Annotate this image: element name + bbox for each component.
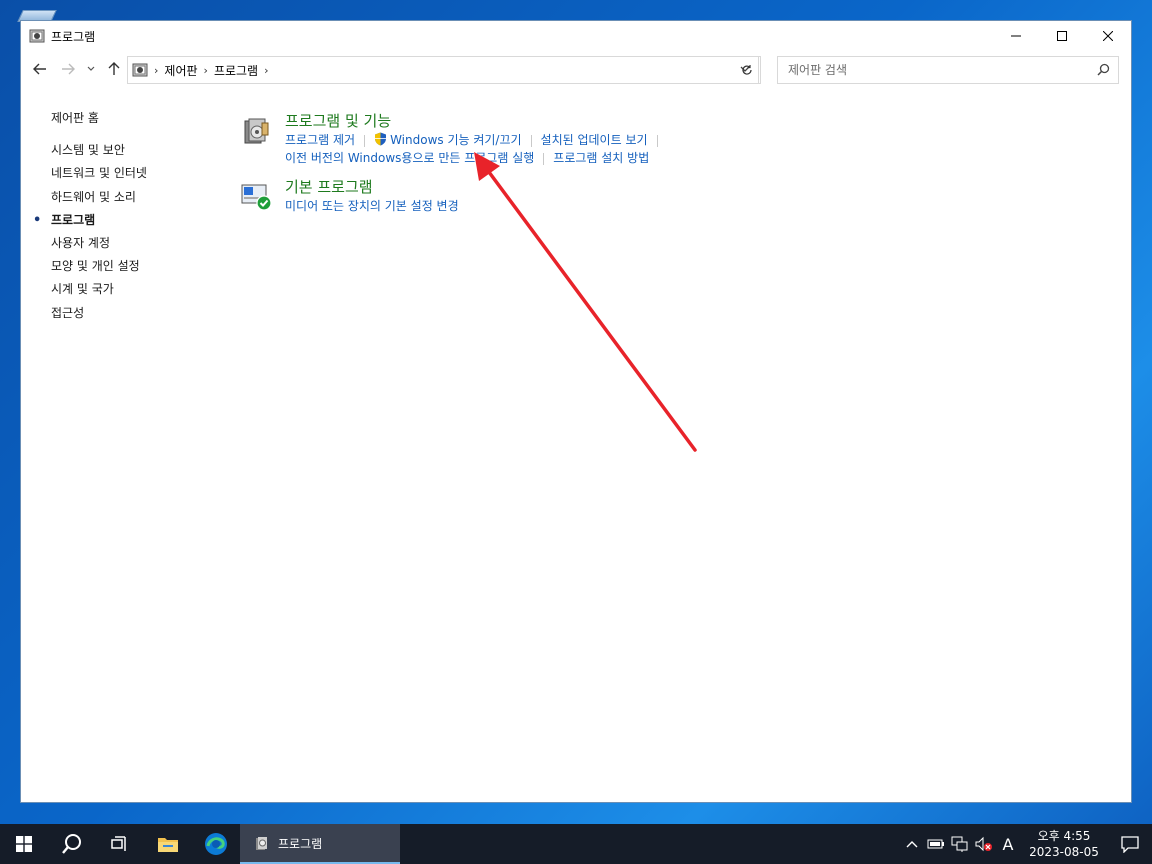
category-title-programs-features[interactable]: 프로그램 및 기능 (285, 111, 667, 131)
recent-locations-button[interactable] (83, 58, 99, 80)
control-panel-window: 프로그램 › 제어판 › 프로그램 › 제어판 검색 제어판 홈 시스템 및 보… (20, 20, 1132, 803)
forward-button[interactable] (57, 58, 79, 80)
chevron-up-icon (906, 841, 918, 848)
title-bar[interactable]: 프로그램 (21, 21, 1131, 51)
action-center-button[interactable] (1108, 835, 1152, 853)
clock-time: 오후 4:55 (1037, 829, 1091, 843)
close-icon (1103, 31, 1113, 41)
volume-muted-icon (975, 836, 992, 852)
edge-browser-button[interactable] (192, 824, 240, 864)
sidebar-item-accessibility[interactable]: 접근성 (51, 302, 147, 325)
minimize-button[interactable] (993, 21, 1039, 51)
run-old-programs-link[interactable]: 이전 버전의 Windows용으로 만든 프로그램 실행 (285, 151, 534, 165)
up-button[interactable] (103, 58, 125, 80)
windows-features-link[interactable]: Windows 기능 켜기/끄기 (390, 133, 521, 147)
search-box[interactable] (777, 56, 1119, 84)
taskbar-task-programs[interactable]: 프로그램 (240, 824, 400, 864)
edge-icon (205, 833, 227, 855)
breadcrumb-separator-icon[interactable]: › (204, 64, 208, 77)
volume-button[interactable] (972, 836, 996, 852)
navigation-bar: › 제어판 › 프로그램 › (21, 51, 1131, 87)
how-to-install-program-link[interactable]: 프로그램 설치 방법 (553, 151, 649, 165)
minimize-icon (1011, 35, 1021, 37)
uninstall-program-link[interactable]: 프로그램 제거 (285, 133, 355, 147)
task-view-icon (111, 836, 126, 851)
sidebar-item-system-security[interactable]: 시스템 및 보안 (51, 139, 147, 162)
chevron-down-icon (87, 66, 95, 71)
category-title-default-programs[interactable]: 기본 프로그램 (285, 177, 667, 197)
taskbar-task-label: 프로그램 (278, 836, 323, 851)
sidebar: 제어판 홈 시스템 및 보안 네트워크 및 인터넷 하드웨어 및 소리 프로그램… (33, 107, 147, 325)
breadcrumb-separator-icon[interactable]: › (264, 64, 268, 77)
breadcrumb-control-panel[interactable]: 제어판 (164, 62, 197, 79)
task-view-button[interactable] (96, 824, 144, 864)
view-installed-updates-link[interactable]: 설치된 업데이트 보기 (541, 133, 648, 147)
change-media-defaults-link[interactable]: 미디어 또는 장치의 기본 설정 변경 (285, 199, 459, 213)
default-programs-icon[interactable] (241, 181, 273, 213)
battery-button[interactable] (924, 838, 948, 850)
category-programs-features: 프로그램 및 기능 프로그램 제거 Windows 기능 켜기/끄기 설치된 업데… (241, 111, 667, 167)
forward-arrow-icon (62, 63, 75, 75)
network-icon (951, 836, 968, 852)
sidebar-item-programs[interactable]: 프로그램 (33, 209, 147, 232)
sidebar-item-user-accounts[interactable]: 사용자 계정 (51, 232, 147, 255)
close-button[interactable] (1085, 21, 1131, 51)
maximize-icon (1057, 31, 1067, 41)
refresh-icon (741, 65, 752, 75)
back-button[interactable] (29, 58, 51, 80)
search-icon (62, 834, 81, 854)
sidebar-item-clock-region[interactable]: 시계 및 국가 (51, 278, 147, 301)
breadcrumb-programs[interactable]: 프로그램 (214, 62, 258, 79)
taskbar: 프로그램 A 오후 4:55 2023-08-05 (0, 824, 1152, 864)
input-method-indicator[interactable]: A (996, 835, 1020, 854)
refresh-button[interactable] (733, 56, 761, 84)
search-icon[interactable] (1097, 63, 1110, 79)
network-button[interactable] (948, 836, 972, 852)
uac-shield-icon (375, 132, 387, 146)
up-arrow-icon (108, 62, 120, 75)
control-panel-app-icon (29, 29, 45, 43)
sidebar-item-hardware-sound[interactable]: 하드웨어 및 소리 (51, 186, 147, 209)
clock-date: 2023-08-05 (1029, 845, 1099, 859)
file-explorer-button[interactable] (144, 824, 192, 864)
category-default-programs: 기본 프로그램 미디어 또는 장치의 기본 설정 변경 (241, 177, 667, 215)
search-input[interactable] (788, 63, 1088, 77)
sidebar-item-appearance[interactable]: 모양 및 개인 설정 (51, 255, 147, 278)
start-button[interactable] (0, 824, 48, 864)
notification-icon (1121, 836, 1139, 853)
taskbar-clock[interactable]: 오후 4:55 2023-08-05 (1026, 828, 1102, 860)
back-arrow-icon (33, 63, 46, 75)
programs-features-icon (256, 837, 267, 850)
taskbar-search-button[interactable] (48, 824, 96, 864)
programs-features-icon[interactable] (241, 115, 273, 147)
windows-logo-icon (16, 836, 32, 852)
breadcrumb-separator-icon[interactable]: › (154, 64, 158, 77)
sidebar-item-control-panel-home[interactable]: 제어판 홈 (51, 107, 147, 130)
control-panel-location-icon (132, 63, 148, 77)
address-bar[interactable]: › 제어판 › 프로그램 › (127, 56, 759, 84)
window-title: 프로그램 (51, 29, 96, 44)
sidebar-item-network-internet[interactable]: 네트워크 및 인터넷 (51, 162, 147, 185)
maximize-button[interactable] (1039, 21, 1085, 51)
folder-icon (158, 838, 178, 852)
system-tray: A 오후 4:55 2023-08-05 (900, 824, 1152, 864)
show-hidden-icons-button[interactable] (900, 840, 924, 848)
battery-icon (927, 839, 944, 849)
main-content: 프로그램 및 기능 프로그램 제거 Windows 기능 켜기/끄기 설치된 업데… (241, 111, 667, 215)
